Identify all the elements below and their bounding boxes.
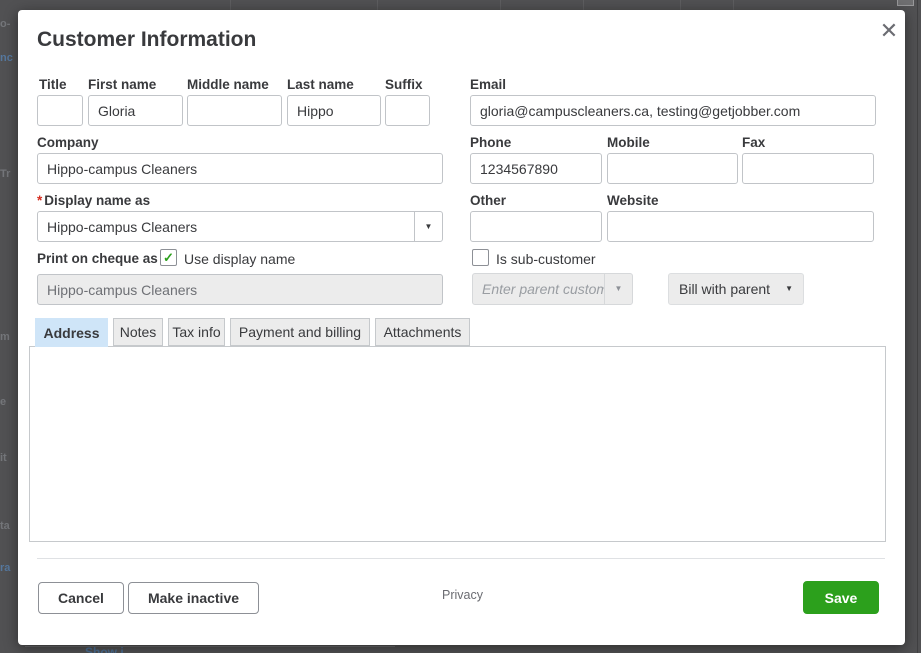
- tab-attachments[interactable]: Attachments: [375, 318, 470, 346]
- bill-with-parent-value: Bill with parent: [679, 281, 770, 297]
- parent-customer-select: Enter parent customer ▼: [472, 273, 633, 305]
- website-input[interactable]: [607, 211, 874, 242]
- background-row-line: [25, 646, 395, 647]
- tab-tax-info[interactable]: Tax info: [168, 318, 225, 346]
- chevron-down-icon: ▼: [425, 223, 433, 231]
- background-column-line: [583, 0, 584, 10]
- background-fragment: m: [0, 331, 10, 343]
- save-button[interactable]: Save: [803, 581, 879, 614]
- background-column-line: [500, 0, 501, 10]
- other-input[interactable]: [470, 211, 602, 242]
- background-fragment: ra: [0, 562, 10, 574]
- last-name-input[interactable]: [287, 95, 381, 126]
- website-label: Website: [607, 193, 659, 208]
- display-name-value: Hippo-campus Cleaners: [38, 219, 414, 235]
- tab-payment-and-billing[interactable]: Payment and billing: [230, 318, 370, 346]
- other-label: Other: [470, 193, 506, 208]
- company-input[interactable]: [37, 153, 443, 184]
- privacy-link[interactable]: Privacy: [442, 588, 483, 602]
- mobile-label: Mobile: [607, 135, 650, 150]
- checkmark-icon: ✓: [163, 251, 174, 264]
- cancel-button[interactable]: Cancel: [38, 582, 124, 614]
- use-display-name-checkbox[interactable]: ✓: [160, 249, 177, 266]
- fax-input[interactable]: [742, 153, 874, 184]
- last-name-label: Last name: [287, 77, 354, 92]
- tab-address[interactable]: Address: [35, 318, 108, 347]
- required-asterisk: *: [37, 193, 42, 208]
- first-name-label: First name: [88, 77, 156, 92]
- suffix-input[interactable]: [385, 95, 430, 126]
- background-fragment: e: [0, 396, 6, 408]
- is-sub-customer-label: Is sub-customer: [496, 251, 596, 267]
- background-fragment: o-: [0, 18, 10, 30]
- company-label: Company: [37, 135, 99, 150]
- first-name-input[interactable]: [88, 95, 183, 126]
- parent-customer-placeholder: Enter parent customer: [473, 281, 604, 297]
- close-button[interactable]: ✕: [874, 16, 904, 46]
- display-name-label: *Display name as: [37, 193, 150, 208]
- background-column-line: [377, 0, 378, 10]
- middle-name-label: Middle name: [187, 77, 269, 92]
- use-display-name-label: Use display name: [184, 251, 295, 267]
- background-fragment: nc: [0, 52, 13, 64]
- background-edge-line: [917, 0, 918, 653]
- background-fragment: Show i: [85, 645, 124, 653]
- phone-label: Phone: [470, 135, 511, 150]
- email-input[interactable]: [470, 95, 876, 126]
- footer-divider: [37, 558, 885, 559]
- background-fragment: it: [0, 452, 7, 464]
- email-label: Email: [470, 77, 506, 92]
- chevron-down-icon: ▼: [615, 285, 623, 293]
- title-input[interactable]: [37, 95, 83, 126]
- background-column-line: [230, 0, 231, 10]
- phone-input[interactable]: [470, 153, 602, 184]
- close-icon: ✕: [880, 18, 898, 43]
- parent-customer-dropdown-button: ▼: [604, 274, 632, 304]
- background-fragment: Tr: [0, 168, 10, 180]
- middle-name-input[interactable]: [187, 95, 282, 126]
- background-scrollbar-notch: [897, 0, 914, 6]
- display-name-select[interactable]: Hippo-campus Cleaners ▼: [37, 211, 443, 242]
- fax-label: Fax: [742, 135, 765, 150]
- make-inactive-button[interactable]: Make inactive: [128, 582, 259, 614]
- background-overlay-left: o- nc Tr m e it ta ra: [0, 0, 18, 653]
- customer-information-dialog: Customer Information ✕ Title First name …: [18, 10, 905, 645]
- mobile-input[interactable]: [607, 153, 738, 184]
- dialog-title: Customer Information: [37, 28, 256, 52]
- bill-with-parent-select: Bill with parent ▼: [668, 273, 804, 305]
- print-on-cheque-label: Print on cheque as: [37, 251, 158, 266]
- suffix-label: Suffix: [385, 77, 423, 92]
- title-label: Title: [39, 77, 67, 92]
- background-column-line: [733, 0, 734, 10]
- tab-notes[interactable]: Notes: [113, 318, 163, 346]
- is-sub-customer-checkbox[interactable]: [472, 249, 489, 266]
- address-tab-panel: [29, 346, 886, 542]
- cheque-name-input: [37, 274, 443, 305]
- chevron-down-icon: ▼: [785, 285, 793, 293]
- background-column-line: [680, 0, 681, 10]
- display-name-dropdown-button[interactable]: ▼: [414, 212, 442, 241]
- background-fragment: ta: [0, 520, 10, 532]
